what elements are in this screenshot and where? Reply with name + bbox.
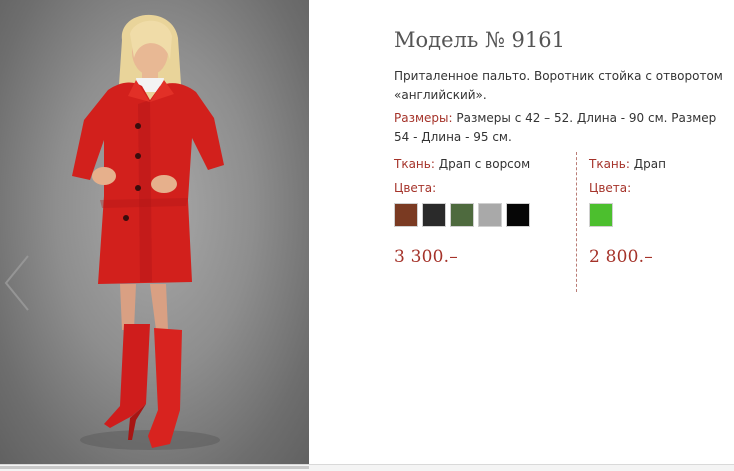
color-swatch[interactable]: [394, 203, 418, 227]
product-description: Приталенное пальто. Воротник стойка с от…: [394, 69, 723, 102]
product-title: Модель № 9161: [394, 28, 565, 52]
product-photo: [0, 0, 309, 464]
fabric-value: Драп с ворсом: [438, 157, 531, 171]
variant-column-1: Ткань: Драп с ворсом Цвета: 3 300.–: [394, 156, 574, 267]
model-illustration: [72, 14, 224, 450]
color-swatches: [589, 203, 729, 228]
gallery-prev-button[interactable]: [2, 252, 32, 314]
colors-label: Цвета:: [394, 181, 437, 195]
variant-column-2: Ткань: Драп Цвета: 2 800.–: [589, 156, 729, 267]
color-swatch[interactable]: [422, 203, 446, 227]
color-swatch[interactable]: [450, 203, 474, 227]
color-swatch[interactable]: [589, 203, 613, 227]
chevron-left-icon: [4, 255, 29, 311]
price: 3 300.–: [394, 247, 458, 267]
fabric-label: Ткань:: [589, 157, 630, 171]
fabric-line: Ткань: Драп: [589, 156, 729, 172]
color-swatches: [394, 203, 574, 228]
scrollbar-thumb[interactable]: [0, 466, 309, 469]
sizes-label: Размеры:: [394, 111, 453, 125]
color-swatch[interactable]: [506, 203, 530, 227]
fabric-label: Ткань:: [394, 157, 435, 171]
price: 2 800.–: [589, 247, 653, 267]
product-sizes: Размеры: Размеры с 42 – 52. Длина - 90 с…: [394, 109, 734, 147]
color-swatch[interactable]: [478, 203, 502, 227]
colors-label: Цвета:: [589, 181, 632, 195]
fabric-value: Драп: [633, 157, 666, 171]
fabric-line: Ткань: Драп с ворсом: [394, 156, 574, 172]
column-divider: [576, 152, 577, 292]
